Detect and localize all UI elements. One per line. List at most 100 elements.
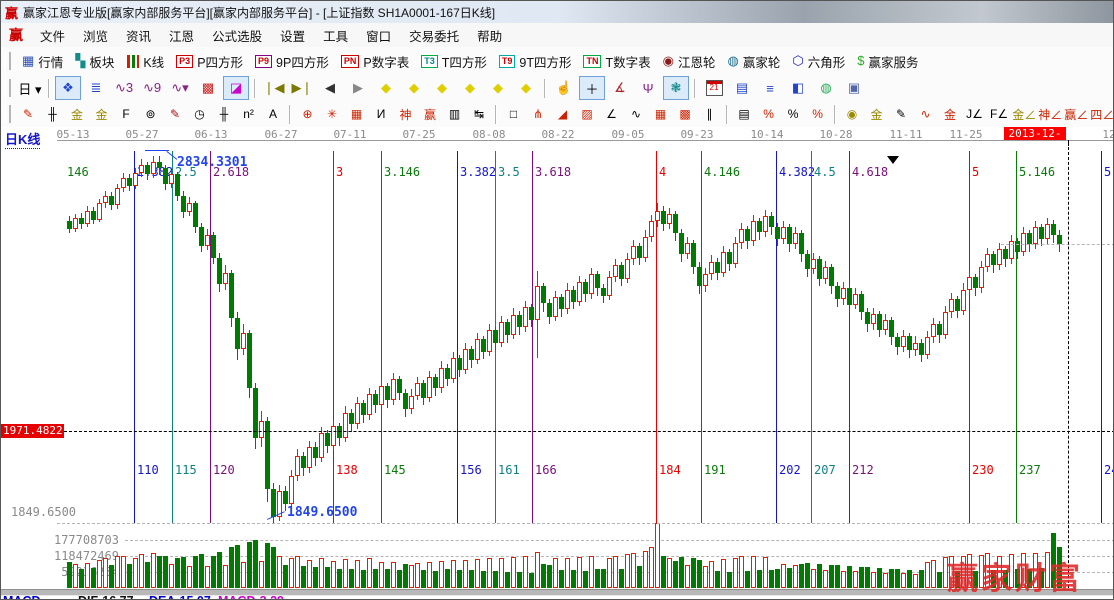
page-forward-icon[interactable]: ▶ (345, 76, 371, 100)
toolbar1-quotes-button[interactable]: ▦行情 (16, 50, 69, 73)
parallel-lines-icon[interactable]: ∥ (698, 103, 721, 126)
time-cycle-icon[interactable]: ◷ (188, 103, 211, 126)
zigzag-tool-icon[interactable]: И (370, 103, 393, 126)
toolbar-grip[interactable] (4, 79, 11, 97)
save-icon[interactable]: ◧ (785, 76, 811, 100)
wave-line-icon[interactable]: ∿ (625, 103, 648, 126)
gold-circle-icon[interactable]: ◉ (841, 103, 864, 126)
menu-item-9[interactable]: 帮助 (468, 23, 511, 48)
gann-diamond-ud-icon[interactable]: ◆ (457, 76, 483, 100)
grid-tool-icon[interactable]: ╫ (41, 103, 64, 126)
info-panel-icon[interactable]: ≣ (83, 76, 109, 100)
hand-tool-icon[interactable]: ☝ (551, 76, 577, 100)
menu-item-4[interactable]: 公式选股 (203, 23, 271, 48)
indicator-name[interactable]: MACD (3, 594, 41, 600)
price-grid-icon[interactable]: ╫ (213, 103, 236, 126)
gann-diamond-lr-icon[interactable]: ◆ (429, 76, 455, 100)
wave-3-icon[interactable]: ∿3 (111, 76, 137, 100)
speed-fan-icon[interactable]: ⋔ (527, 103, 550, 126)
percent-zone-icon[interactable]: % (806, 103, 829, 126)
span-measure-icon[interactable]: ↹ (468, 103, 491, 126)
menu-item-7[interactable]: 窗口 (357, 23, 400, 48)
menu-item-2[interactable]: 资讯 (117, 23, 160, 48)
win-grid-icon[interactable]: 赢 (419, 103, 442, 126)
toolbar1-t-square-button[interactable]: T3T四方形 (415, 50, 493, 73)
calendar-icon[interactable]: 21 (701, 76, 727, 100)
gann-pen-icon[interactable]: ✎ (17, 103, 40, 126)
menu-item-8[interactable]: 交易委托 (400, 23, 468, 48)
toolbar1-9t-square-button[interactable]: T99T四方形 (493, 50, 578, 73)
remote-pc-icon[interactable]: ▣ (841, 76, 867, 100)
wave-dropdown-icon[interactable]: ∿▾ (167, 76, 193, 100)
volume-profile-icon[interactable]: ◪ (223, 76, 249, 100)
wave-9-icon[interactable]: ∿9 (139, 76, 165, 100)
stat-table-icon[interactable]: ▤ (733, 103, 756, 126)
win-angle-icon[interactable]: 赢∠ (1064, 103, 1088, 126)
percent-tool-icon[interactable]: % (782, 103, 805, 126)
gann-diamond-down-icon[interactable]: ◆ (401, 76, 427, 100)
toolbar1-t-number-table-button[interactable]: TNT数字表 (577, 50, 656, 73)
price-web-icon[interactable]: ▦ (649, 103, 672, 126)
toolbar-grip[interactable] (4, 52, 11, 70)
j-angle-icon[interactable]: J∠ (963, 103, 986, 126)
menu-item-6[interactable]: 工具 (314, 23, 357, 48)
toolbar1-winner-wheel-button[interactable]: ◍赢家轮 (721, 50, 786, 73)
period-daily-dropdown-icon[interactable]: 日 ▾ (17, 76, 43, 100)
gold-angle-icon[interactable]: 金∠ (1012, 103, 1036, 126)
chan-tool-icon[interactable]: Ψ (635, 76, 661, 100)
marker-pen-icon[interactable]: ✎ (164, 103, 187, 126)
gann-diamond-right-icon[interactable]: ◆ (513, 76, 539, 100)
gold-grid-1-icon[interactable]: 金 (66, 103, 89, 126)
gann-diamond-left-icon[interactable]: ◆ (373, 76, 399, 100)
title-bar[interactable]: 赢 赢家江恩专业版[赢家内部服务平台][赢家内部服务平台] - [上证指数 SH… (1, 1, 1114, 24)
shen-angle-icon[interactable]: 神∠ (1038, 103, 1062, 126)
toolbar1-kline-button[interactable]: K线 (120, 50, 170, 73)
toolbar1-p-square-button[interactable]: P3P四方形 (170, 50, 249, 73)
menu-item-5[interactable]: 设置 (271, 23, 314, 48)
toolbar1-p-number-table-button[interactable]: PNP数字表 (335, 50, 415, 73)
gann-diamond-plus-icon[interactable]: ◆ (485, 76, 511, 100)
smart-analysis-icon[interactable]: ❃ (663, 76, 689, 100)
gann-web-icon[interactable]: ✳ (321, 103, 344, 126)
fibonacci-grid-icon[interactable]: F (115, 103, 138, 126)
ink-pen-icon[interactable]: ✎ (890, 103, 913, 126)
circle-cross-icon[interactable]: ⊕ (296, 103, 319, 126)
toolbar1-winner-service-button[interactable]: $赢家服务 (851, 50, 924, 73)
kline-zone-icon[interactable]: ❖ (55, 76, 81, 100)
f-angle-icon[interactable]: F∠ (988, 103, 1011, 126)
red-wave-icon[interactable]: ∿ (914, 103, 937, 126)
page-back-icon[interactable]: ◀ (317, 76, 343, 100)
toolbar-grip[interactable] (4, 105, 11, 123)
gold-grid-2-icon[interactable]: 金 (90, 103, 113, 126)
toolbar1-sectors-button[interactable]: ▚板块 (69, 50, 120, 73)
percent-line-icon[interactable]: % (757, 103, 780, 126)
menu-item-3[interactable]: 江恩 (160, 23, 203, 48)
toolbar1-gann-wheel-button[interactable]: ◉江恩轮 (657, 50, 722, 73)
toolbar1-9p-square-button[interactable]: P99P四方形 (249, 50, 335, 73)
spiral-tool-icon[interactable]: ⊚ (139, 103, 162, 126)
network-icon[interactable]: ◍ (813, 76, 839, 100)
kline-chart-canvas[interactable]: 日K线 17770870311847246959236234 2.3821102… (1, 127, 1114, 600)
gold-line-icon[interactable]: 金 (865, 103, 888, 126)
boxed-web-icon[interactable]: ▦ (345, 103, 368, 126)
dense-web-icon[interactable]: ▩ (674, 103, 697, 126)
calculator-icon[interactable]: ▤ (729, 76, 755, 100)
menu-item-0[interactable]: 文件 (31, 23, 74, 48)
four-angle-icon[interactable]: 四∠ (1090, 103, 1114, 126)
gann-fan-icon[interactable]: ◢ (551, 103, 574, 126)
gold-underline-icon[interactable]: 金 (939, 103, 962, 126)
last-page-icon[interactable]: ▶❘ (289, 76, 315, 100)
menu-item-1[interactable]: 浏览 (74, 23, 117, 48)
chip-distribution-icon[interactable]: ▩ (195, 76, 221, 100)
angle-line-icon[interactable]: ∠ (600, 103, 623, 126)
toolbar1-hexagon-button[interactable]: ⬡六角形 (786, 50, 851, 73)
notes-icon[interactable]: ≡ (757, 76, 783, 100)
box-tool-icon[interactable]: □ (502, 103, 525, 126)
crosshair-tool-icon[interactable]: ＋ (579, 76, 605, 100)
shen-grid-icon[interactable]: 神 (394, 103, 417, 126)
text-tool-icon[interactable]: A (262, 103, 285, 126)
first-page-icon[interactable]: ❘◀ (261, 76, 287, 100)
square-numbers-icon[interactable]: n² (237, 103, 260, 126)
ruler-grid-icon[interactable]: ▥ (443, 103, 466, 126)
shaded-fan-icon[interactable]: ▨ (576, 103, 599, 126)
